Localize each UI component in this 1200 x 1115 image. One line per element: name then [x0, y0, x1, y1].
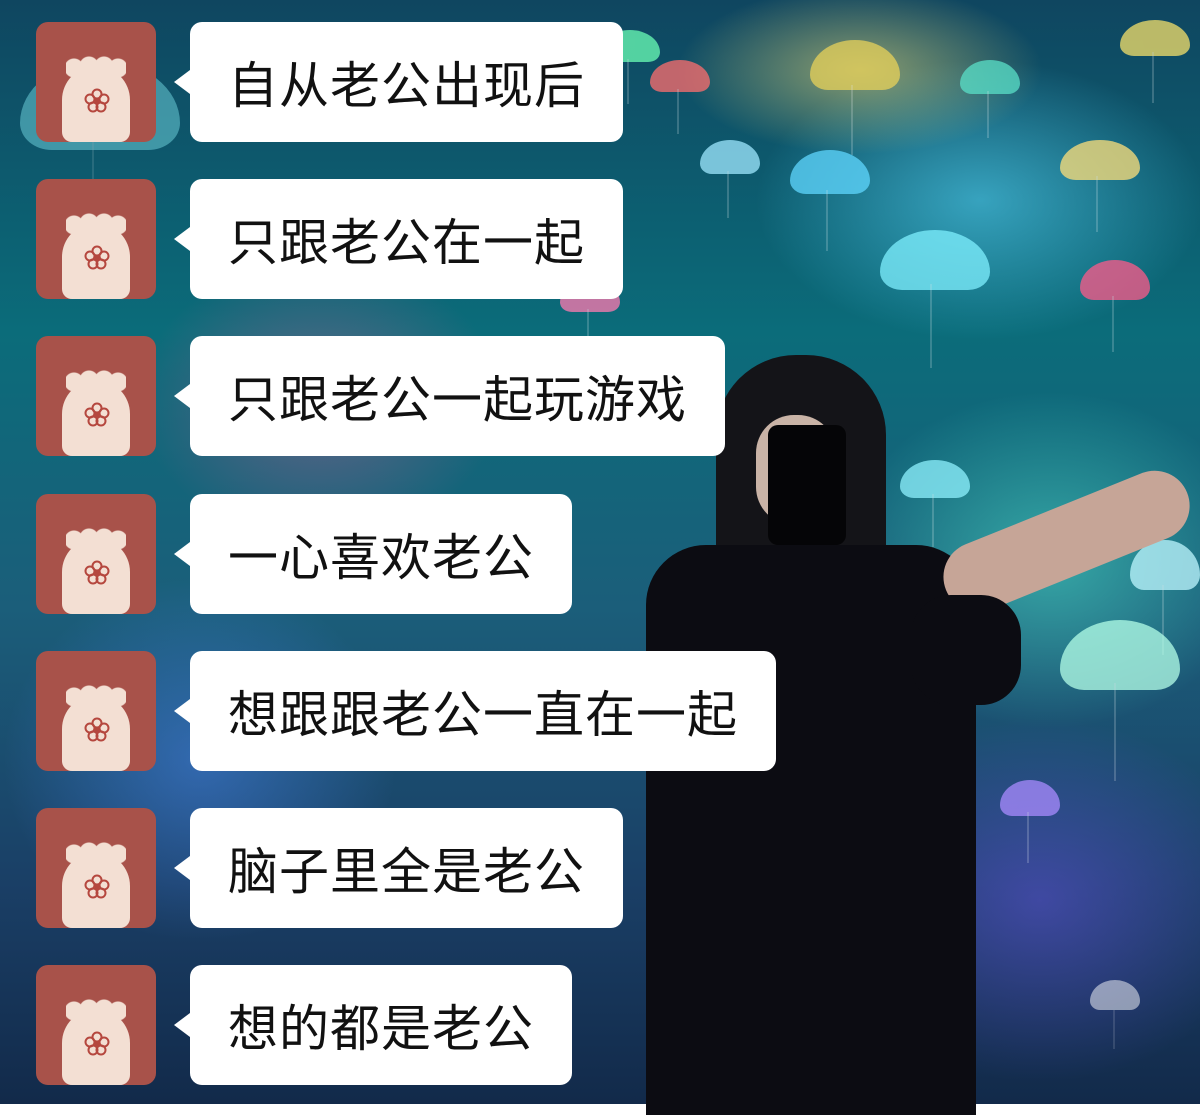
- message-text: 自从老公出现后: [228, 57, 585, 115]
- avatar[interactable]: [36, 808, 156, 928]
- message-text: 想跟跟老公一直在一起: [228, 686, 738, 744]
- chat-message-row: 只跟老公在一起: [0, 179, 1200, 299]
- flower-icon: [84, 88, 110, 113]
- message-bubble[interactable]: 只跟老公一起玩游戏: [174, 336, 725, 456]
- chat-message-row: 想的都是老公: [0, 965, 1200, 1085]
- jellyfish-lamp: [1060, 140, 1140, 232]
- jellyfish-lamp: [700, 140, 760, 219]
- flower-icon: [84, 245, 110, 270]
- flower-icon: [84, 717, 110, 742]
- avatar[interactable]: [36, 494, 156, 614]
- avatar[interactable]: [36, 179, 156, 299]
- chat-message-row: 脑子里全是老公: [0, 808, 1200, 928]
- flower-icon: [84, 402, 110, 427]
- message-bubble[interactable]: 自从老公出现后: [174, 22, 623, 142]
- flower-icon: [84, 874, 110, 899]
- message-text: 脑子里全是老公: [228, 843, 585, 901]
- message-bubble[interactable]: 想的都是老公: [174, 965, 572, 1085]
- avatar[interactable]: [36, 965, 156, 1085]
- message-text: 一心喜欢老公: [228, 529, 534, 587]
- message-bubble[interactable]: 脑子里全是老公: [174, 808, 623, 928]
- message-text: 只跟老公在一起: [228, 214, 585, 272]
- avatar[interactable]: [36, 336, 156, 456]
- chat-message-row: 一心喜欢老公: [0, 494, 1200, 614]
- avatar[interactable]: [36, 651, 156, 771]
- message-text: 想的都是老公: [228, 1000, 534, 1058]
- message-bubble[interactable]: 一心喜欢老公: [174, 494, 572, 614]
- chat-message-row: 自从老公出现后: [0, 22, 1200, 142]
- message-text: 只跟老公一起玩游戏: [228, 371, 687, 429]
- avatar[interactable]: [36, 22, 156, 142]
- message-bubble[interactable]: 想跟跟老公一直在一起: [174, 651, 776, 771]
- flower-icon: [84, 560, 110, 585]
- chat-message-row: 想跟跟老公一直在一起: [0, 651, 1200, 771]
- message-bubble[interactable]: 只跟老公在一起: [174, 179, 623, 299]
- flower-icon: [84, 1031, 110, 1056]
- chat-message-row: 只跟老公一起玩游戏: [0, 336, 1200, 456]
